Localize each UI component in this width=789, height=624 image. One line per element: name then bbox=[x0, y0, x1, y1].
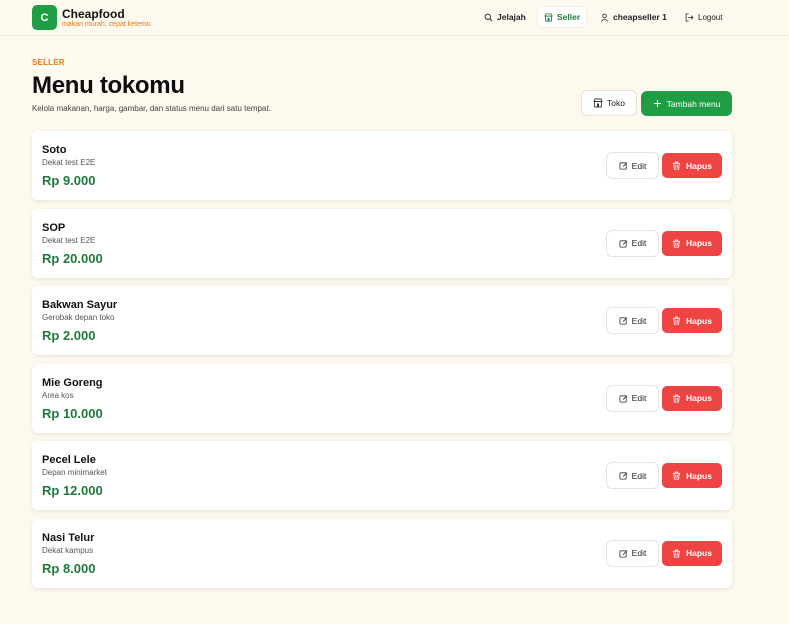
delete-label: Hapus bbox=[686, 315, 712, 326]
menu-item-price: Rp 2.000 bbox=[42, 328, 96, 343]
delete-label: Hapus bbox=[686, 238, 712, 248]
menu-item-price: Rp 8.000 bbox=[42, 560, 96, 576]
brand-logo[interactable]: C bbox=[32, 5, 57, 30]
edit-button[interactable]: Edit bbox=[606, 229, 659, 257]
menu-item-location: Depan minimarket bbox=[42, 468, 107, 477]
user-icon bbox=[600, 13, 609, 22]
menu-item-name: Bakwan Sayur bbox=[42, 299, 118, 311]
edit-label: Edit bbox=[631, 315, 647, 326]
add-menu-button[interactable]: Tambah menu bbox=[641, 91, 732, 116]
trash-icon bbox=[672, 161, 681, 170]
menu-item-name: Pecel Lele bbox=[42, 454, 96, 466]
menu-item-card: Soto Dekat test E2E Rp 9.000 Edit Hapus bbox=[32, 131, 732, 200]
brand-logo-letter: C bbox=[40, 11, 49, 24]
plus-icon bbox=[653, 99, 661, 108]
trash-icon bbox=[672, 471, 681, 480]
menu-item-name: Mie Goreng bbox=[42, 376, 103, 389]
edit-label: Edit bbox=[631, 238, 647, 248]
trash-icon bbox=[672, 394, 681, 403]
menu-item-card: Pecel Lele Depan minimarket Rp 12.000 Ed… bbox=[32, 441, 732, 510]
edit-button[interactable]: Edit bbox=[606, 384, 659, 412]
delete-label: Hapus bbox=[686, 393, 712, 403]
trash-icon bbox=[672, 239, 681, 248]
menu-item-location: Dekat kampus bbox=[42, 545, 94, 555]
page-description: Kelola makanan, harga, gambar, dan statu… bbox=[32, 104, 271, 113]
menu-item-price: Rp 10.000 bbox=[42, 405, 103, 421]
brand-name[interactable]: Cheapfood bbox=[62, 7, 125, 21]
delete-button[interactable]: Hapus bbox=[662, 540, 722, 566]
edit-icon bbox=[619, 317, 627, 325]
edit-button[interactable]: Edit bbox=[606, 462, 659, 489]
edit-icon bbox=[619, 394, 627, 403]
edit-label: Edit bbox=[631, 548, 647, 558]
delete-button[interactable]: Hapus bbox=[662, 230, 722, 256]
top-navigation-bar: C Cheapfood makan murah, cepat ketemu Je… bbox=[0, 0, 789, 36]
nav-seller-link[interactable]: Seller bbox=[537, 6, 588, 28]
delete-label: Hapus bbox=[686, 548, 712, 558]
menu-item-card: Bakwan Sayur Gerobak depan toko Rp 2.000… bbox=[32, 286, 732, 355]
edit-button[interactable]: Edit bbox=[606, 539, 659, 567]
menu-item-price: Rp 9.000 bbox=[42, 173, 96, 188]
brand-tagline: makan murah, cepat ketemu bbox=[62, 21, 151, 28]
nav-user-menu[interactable]: cheapseller 1 bbox=[594, 6, 673, 28]
store-button[interactable]: Toko bbox=[581, 90, 637, 116]
menu-item-location: Dekat test E2E bbox=[42, 158, 96, 167]
logout-button[interactable]: Logout bbox=[679, 6, 728, 28]
nav-explore-link[interactable]: Jelajah bbox=[478, 6, 532, 28]
store-icon bbox=[593, 98, 603, 108]
menu-item-name: Nasi Telur bbox=[42, 531, 95, 544]
menu-item-card: Mie Goreng Area kos Rp 10.000 Edit Hapus bbox=[32, 363, 732, 433]
trash-icon bbox=[672, 549, 681, 558]
edit-label: Edit bbox=[631, 470, 647, 481]
delete-button[interactable]: Hapus bbox=[662, 463, 722, 488]
delete-button[interactable]: Hapus bbox=[662, 385, 722, 411]
delete-label: Hapus bbox=[686, 160, 712, 171]
add-menu-label: Tambah menu bbox=[666, 98, 721, 109]
menu-item-card: Nasi Telur Dekat kampus Rp 8.000 Edit Ha… bbox=[32, 518, 732, 588]
edit-icon bbox=[619, 549, 627, 558]
menu-item-name: SOP bbox=[42, 221, 66, 234]
menu-item-card: SOP Dekat test E2E Rp 20.000 Edit Hapus bbox=[32, 208, 732, 278]
logout-icon bbox=[685, 12, 694, 22]
section-eyebrow: SELLER bbox=[32, 58, 65, 67]
menu-item-location: Area kos bbox=[42, 390, 74, 400]
nav-explore-label: Jelajah bbox=[497, 12, 526, 22]
edit-icon bbox=[619, 239, 627, 248]
store-button-label: Toko bbox=[607, 98, 625, 108]
nav-seller-label: Seller bbox=[557, 12, 581, 22]
search-icon bbox=[484, 13, 493, 21]
edit-label: Edit bbox=[631, 160, 647, 171]
menu-item-price: Rp 12.000 bbox=[42, 483, 103, 498]
menu-item-location: Gerobak depan toko bbox=[42, 313, 115, 322]
nav-user-label: cheapseller 1 bbox=[613, 12, 667, 22]
edit-button[interactable]: Edit bbox=[606, 307, 659, 334]
delete-label: Hapus bbox=[686, 470, 712, 481]
page-title: Menu tokomu bbox=[32, 72, 185, 99]
edit-icon bbox=[619, 162, 627, 170]
menu-item-location: Dekat test E2E bbox=[42, 235, 96, 245]
logout-label: Logout bbox=[698, 12, 723, 22]
menu-item-name: Soto bbox=[42, 144, 67, 156]
delete-button[interactable]: Hapus bbox=[662, 308, 722, 333]
store-icon bbox=[544, 12, 553, 22]
delete-button[interactable]: Hapus bbox=[662, 153, 722, 178]
edit-button[interactable]: Edit bbox=[606, 152, 659, 179]
edit-icon bbox=[619, 472, 627, 480]
trash-icon bbox=[672, 316, 681, 325]
menu-item-price: Rp 20.000 bbox=[42, 250, 103, 266]
menu-list: Soto Dekat test E2E Rp 9.000 Edit Hapus … bbox=[32, 131, 732, 596]
edit-label: Edit bbox=[631, 393, 647, 403]
